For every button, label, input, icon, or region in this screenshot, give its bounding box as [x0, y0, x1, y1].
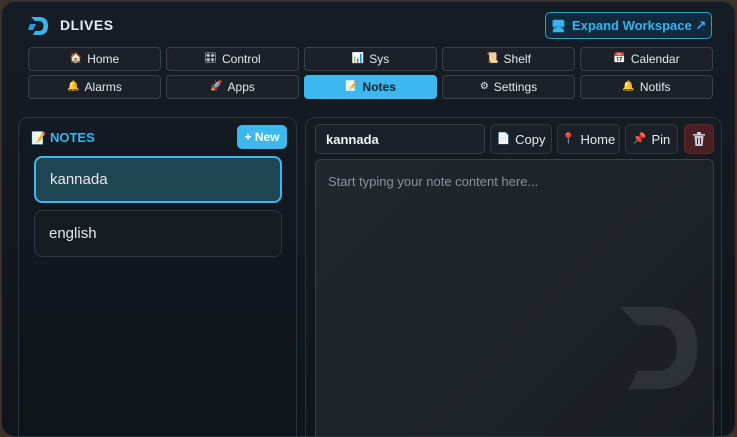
- expand-workspace-button[interactable]: 🖥 Expand Workspace ↗: [545, 12, 712, 39]
- home-label: Home: [580, 131, 616, 147]
- rocket-icon: 🚀: [210, 81, 223, 92]
- nav-notes-button[interactable]: 📝 Notes: [304, 75, 437, 99]
- nav-notifs-button[interactable]: 🔔 Notifs: [580, 75, 713, 99]
- pin-label: Pin: [651, 131, 671, 147]
- home-pin-button[interactable]: 📍 Home: [557, 124, 620, 154]
- dlives-logo-icon: [28, 17, 48, 35]
- nav-label: Apps: [227, 80, 255, 94]
- note-item-label: english: [49, 225, 97, 242]
- nav-apps-button[interactable]: 🚀 Apps: [166, 75, 299, 99]
- copy-button[interactable]: 📄 Copy: [490, 124, 552, 154]
- note-item-english[interactable]: english: [34, 210, 282, 257]
- scroll-icon: 📜: [486, 53, 499, 64]
- app-window: DLIVES 🖥 Expand Workspace ↗ 🏠 Home 🎛 Con…: [1, 1, 736, 437]
- nav-label: Calendar: [630, 52, 680, 66]
- note-content-textarea[interactable]: [315, 159, 714, 436]
- nav-settings-button[interactable]: ⚙ Settings: [442, 75, 575, 99]
- memo-icon: 📝: [31, 130, 46, 145]
- note-item-label: kannada: [50, 171, 108, 188]
- pushpin-icon: 📌: [632, 132, 647, 145]
- memo-icon: 📝: [345, 81, 358, 92]
- copy-label: Copy: [515, 131, 546, 147]
- delete-note-button[interactable]: [684, 124, 714, 154]
- notes-panel-title: 📝 NOTES: [31, 130, 95, 145]
- home-icon: 🏠: [69, 53, 83, 64]
- nav-calendar-button[interactable]: 📅 Calendar: [580, 47, 713, 71]
- clipboard-icon: 📄: [496, 132, 511, 145]
- new-note-button[interactable]: + New: [237, 125, 287, 149]
- nav-home-button[interactable]: 🏠 Home: [28, 47, 161, 71]
- note-item-kannada[interactable]: kannada: [34, 156, 282, 203]
- nav-sys-button[interactable]: 📊 Sys: [304, 47, 437, 71]
- nav-label: Control: [222, 52, 261, 66]
- notes-list-panel: 📝 NOTES + New kannada english: [18, 117, 297, 436]
- nav-control-button[interactable]: 🎛 Control: [166, 47, 299, 71]
- nav-label: Home: [87, 52, 120, 66]
- nav-label: Alarms: [84, 80, 122, 94]
- nav-label: Settings: [493, 80, 538, 94]
- nav-label: Shelf: [503, 52, 531, 66]
- nav-label: Notes: [362, 80, 396, 94]
- gear-icon: ⚙: [479, 81, 489, 92]
- bar-chart-icon: 📊: [351, 53, 365, 64]
- note-editor-panel: 📄 Copy 📍 Home 📌 Pin: [305, 117, 722, 436]
- bell-icon: 🔔: [67, 81, 80, 92]
- nav-shelf-button[interactable]: 📜 Shelf: [442, 47, 575, 71]
- map-pin-icon: 📍: [561, 132, 576, 145]
- note-title-input[interactable]: [315, 124, 485, 154]
- expand-workspace-label: Expand Workspace ↗: [572, 17, 707, 33]
- nav-label: Sys: [369, 52, 390, 66]
- sliders-icon: 🎛: [204, 53, 217, 64]
- notes-title-label: NOTES: [49, 130, 95, 145]
- bell-icon: 🔔: [622, 81, 635, 92]
- calendar-icon: 📅: [613, 53, 626, 64]
- nav-alarms-button[interactable]: 🔔 Alarms: [28, 75, 161, 99]
- pin-button[interactable]: 📌 Pin: [625, 124, 678, 154]
- monitor-icon: 🖥: [550, 18, 567, 33]
- brand-title: DLIVES: [60, 17, 114, 33]
- nav-label: Notifs: [639, 80, 671, 94]
- trash-icon: [693, 132, 705, 146]
